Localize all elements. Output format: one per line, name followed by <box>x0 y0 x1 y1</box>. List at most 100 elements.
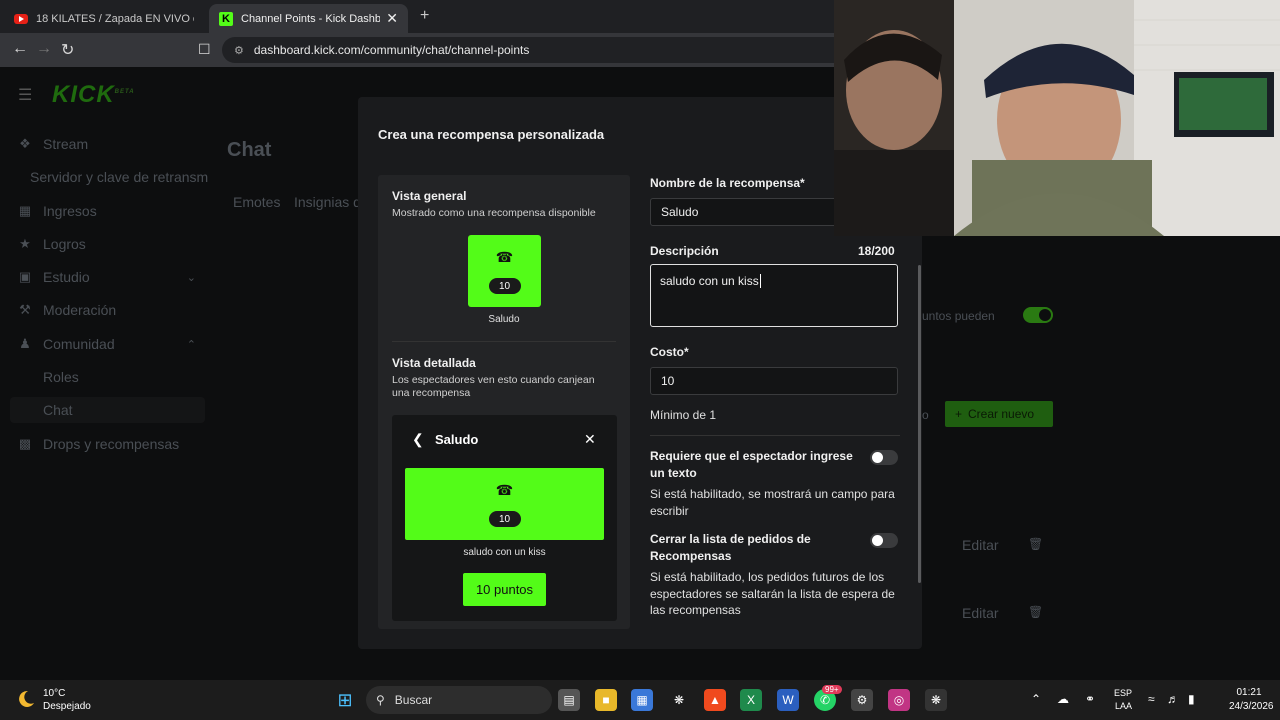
sidebar-item-moderacion[interactable]: ⚒ Moderación <box>16 297 206 323</box>
modal-scrollbar[interactable] <box>918 265 921 583</box>
bg-toggle-label: untos pueden <box>922 309 995 323</box>
chevron-down-icon: ⌄ <box>186 271 196 284</box>
overview-subtitle: Mostrado como una recompensa disponible <box>392 207 596 219</box>
clock-time[interactable]: 01:21 <box>1229 687 1269 698</box>
modal-title: Crea una recompensa personalizada <box>378 127 605 142</box>
sidebar-item-server-key[interactable]: Servidor y clave de retransm <box>30 164 220 190</box>
language-indicator[interactable]: ESP <box>1114 688 1132 698</box>
detail-preview-box: ❮ Saludo ✕ ☎ 10 saludo con un kiss 10 pu… <box>392 415 617 621</box>
people-icon: ♟ <box>19 336 31 351</box>
detail-title: Vista detallada <box>392 356 476 370</box>
trash-icon[interactable]: 🗑 <box>1028 605 1043 619</box>
settings-icon[interactable]: ⚙ <box>851 689 873 711</box>
bookmark-icon[interactable]: ☐ <box>198 41 211 58</box>
search-icon: ⚲ <box>376 693 385 707</box>
edit-button[interactable]: Editar <box>962 537 999 553</box>
plus-icon: + <box>955 407 963 421</box>
kick-icon: K <box>219 11 233 26</box>
file-explorer-icon[interactable]: ■ <box>595 689 617 711</box>
reload-icon[interactable]: ↻ <box>61 40 74 60</box>
cost-label: Costo* <box>650 345 689 359</box>
brave-icon[interactable]: ▲ <box>704 689 726 711</box>
reward-name-preview: Saludo <box>488 314 520 325</box>
weather-description: Despejado <box>43 701 91 712</box>
youtube-icon <box>14 13 28 24</box>
address-bar-row: ← → ↻ ☐ ⚙ dashboard.kick.com/community/c… <box>0 33 834 67</box>
windows-taskbar: 10°C Despejado ⊞ ⚲ Buscar ▤ ■ ▦ ❋ ▲ X W … <box>0 680 1280 720</box>
gift-icon: ☎ <box>495 482 514 498</box>
sidebar-item-roles[interactable]: Roles <box>43 364 233 390</box>
sidebar-item-drops[interactable]: ▩ Drops y recompensas <box>16 431 206 457</box>
chevron-up-icon[interactable]: ⌃ <box>1031 692 1041 706</box>
points-button-preview: 10 puntos <box>463 573 546 606</box>
wrench-icon: ⚒ <box>19 302 31 317</box>
chart-icon: ▦ <box>18 203 32 218</box>
description-textarea[interactable]: saludo con un kiss <box>650 264 898 327</box>
chatgpt-icon[interactable]: ❋ <box>668 689 690 711</box>
require-text-title: Requiere que el espectador ingrese un te… <box>650 449 853 480</box>
word-icon[interactable]: W <box>777 689 799 711</box>
openai-icon[interactable]: ❋ <box>925 689 947 711</box>
wifi-icon[interactable]: ≈ <box>1148 692 1155 706</box>
description-label: Descripción <box>650 244 719 258</box>
sidebar-item-stream[interactable]: ❖ Stream <box>16 131 206 157</box>
forward-icon[interactable]: → <box>36 40 52 58</box>
bg-text-fragment: o <box>922 408 929 422</box>
tab-emotes[interactable]: Emotes <box>233 194 280 210</box>
cost-minimum-note: Mínimo de 1 <box>650 408 717 422</box>
url-field[interactable]: ⚙ dashboard.kick.com/community/chat/chan… <box>222 37 834 63</box>
new-tab-icon[interactable]: + <box>420 7 429 25</box>
browser-tab-kick[interactable]: K Channel Points - Kick Dashboard ✕ <box>209 4 408 33</box>
studio-icon: ▣ <box>18 269 32 284</box>
sidebar-item-logros[interactable]: ★ Logros <box>16 231 206 257</box>
edit-button[interactable]: Editar <box>962 605 999 621</box>
chevron-left-icon: ❮ <box>412 431 424 447</box>
site-settings-icon[interactable]: ⚙ <box>234 44 244 57</box>
overview-title: Vista general <box>392 189 467 203</box>
require-text-toggle[interactable] <box>870 450 898 465</box>
create-new-button[interactable]: + Crear nuevo <box>945 401 1053 427</box>
reward-name-label: Nombre de la recompensa* <box>650 176 805 190</box>
kick-logo[interactable]: KICKBETA <box>52 81 135 109</box>
cost-input[interactable]: 10 <box>650 367 898 395</box>
microphone-icon[interactable]: ⚭ <box>1085 692 1095 706</box>
drops-icon: ▩ <box>18 436 32 451</box>
cost-pill: 10 <box>488 511 521 527</box>
tab-insignias[interactable]: Insignias d <box>294 194 358 210</box>
close-queue-toggle[interactable] <box>870 533 898 548</box>
sidebar-item-ingresos[interactable]: ▦ Ingresos <box>16 198 206 224</box>
taskbar-search[interactable]: ⚲ Buscar <box>366 686 552 714</box>
battery-icon[interactable]: ▮ <box>1188 692 1195 706</box>
back-icon[interactable]: ← <box>12 40 28 58</box>
webcam-image <box>834 0 1280 236</box>
store-icon[interactable]: ▦ <box>631 689 653 711</box>
close-icon: ✕ <box>584 431 596 447</box>
chevron-up-icon: ⌃ <box>186 338 196 351</box>
notification-badge: 99+ <box>822 685 842 694</box>
windows-start-icon[interactable]: ⊞ <box>334 689 356 711</box>
trash-icon[interactable]: 🗑 <box>1028 537 1043 551</box>
menu-icon[interactable]: ☰ <box>18 85 32 105</box>
reward-preview-panel: Vista general Mostrado como una recompen… <box>378 175 630 629</box>
cloud-icon[interactable]: ☁ <box>1057 692 1069 706</box>
gift-icon: ☎ <box>495 249 514 265</box>
detail-subtitle: Los espectadores ven esto cuando canjean… <box>392 374 595 399</box>
browser-tab-youtube[interactable]: 18 KILATES / Zapada EN VIVO en UN <box>4 4 204 33</box>
divider <box>392 341 616 342</box>
divider <box>650 435 900 436</box>
sidebar-item-chat[interactable]: Chat <box>10 397 205 423</box>
bg-toggle-switch[interactable] <box>1023 307 1053 323</box>
broadcast-icon: ❖ <box>19 136 31 151</box>
instagram-icon[interactable]: ◎ <box>888 689 910 711</box>
clock-date: 24/3/2026 <box>1229 701 1274 712</box>
moon-icon[interactable] <box>16 689 36 709</box>
close-tab-icon[interactable]: ✕ <box>386 10 398 27</box>
sidebar-item-comunidad[interactable]: ♟ Comunidad ⌃ <box>16 331 206 357</box>
volume-icon[interactable]: ♬ <box>1167 692 1179 706</box>
close-queue-title: Cerrar la lista de pedidos de Recompensa… <box>650 532 811 563</box>
reward-card-small: ☎ 10 <box>468 235 541 307</box>
task-view-icon[interactable]: ▤ <box>558 689 580 711</box>
sidebar-item-estudio[interactable]: ▣ Estudio ⌄ <box>16 264 206 290</box>
excel-icon[interactable]: X <box>740 689 762 711</box>
webcam-overlay <box>834 0 1280 236</box>
